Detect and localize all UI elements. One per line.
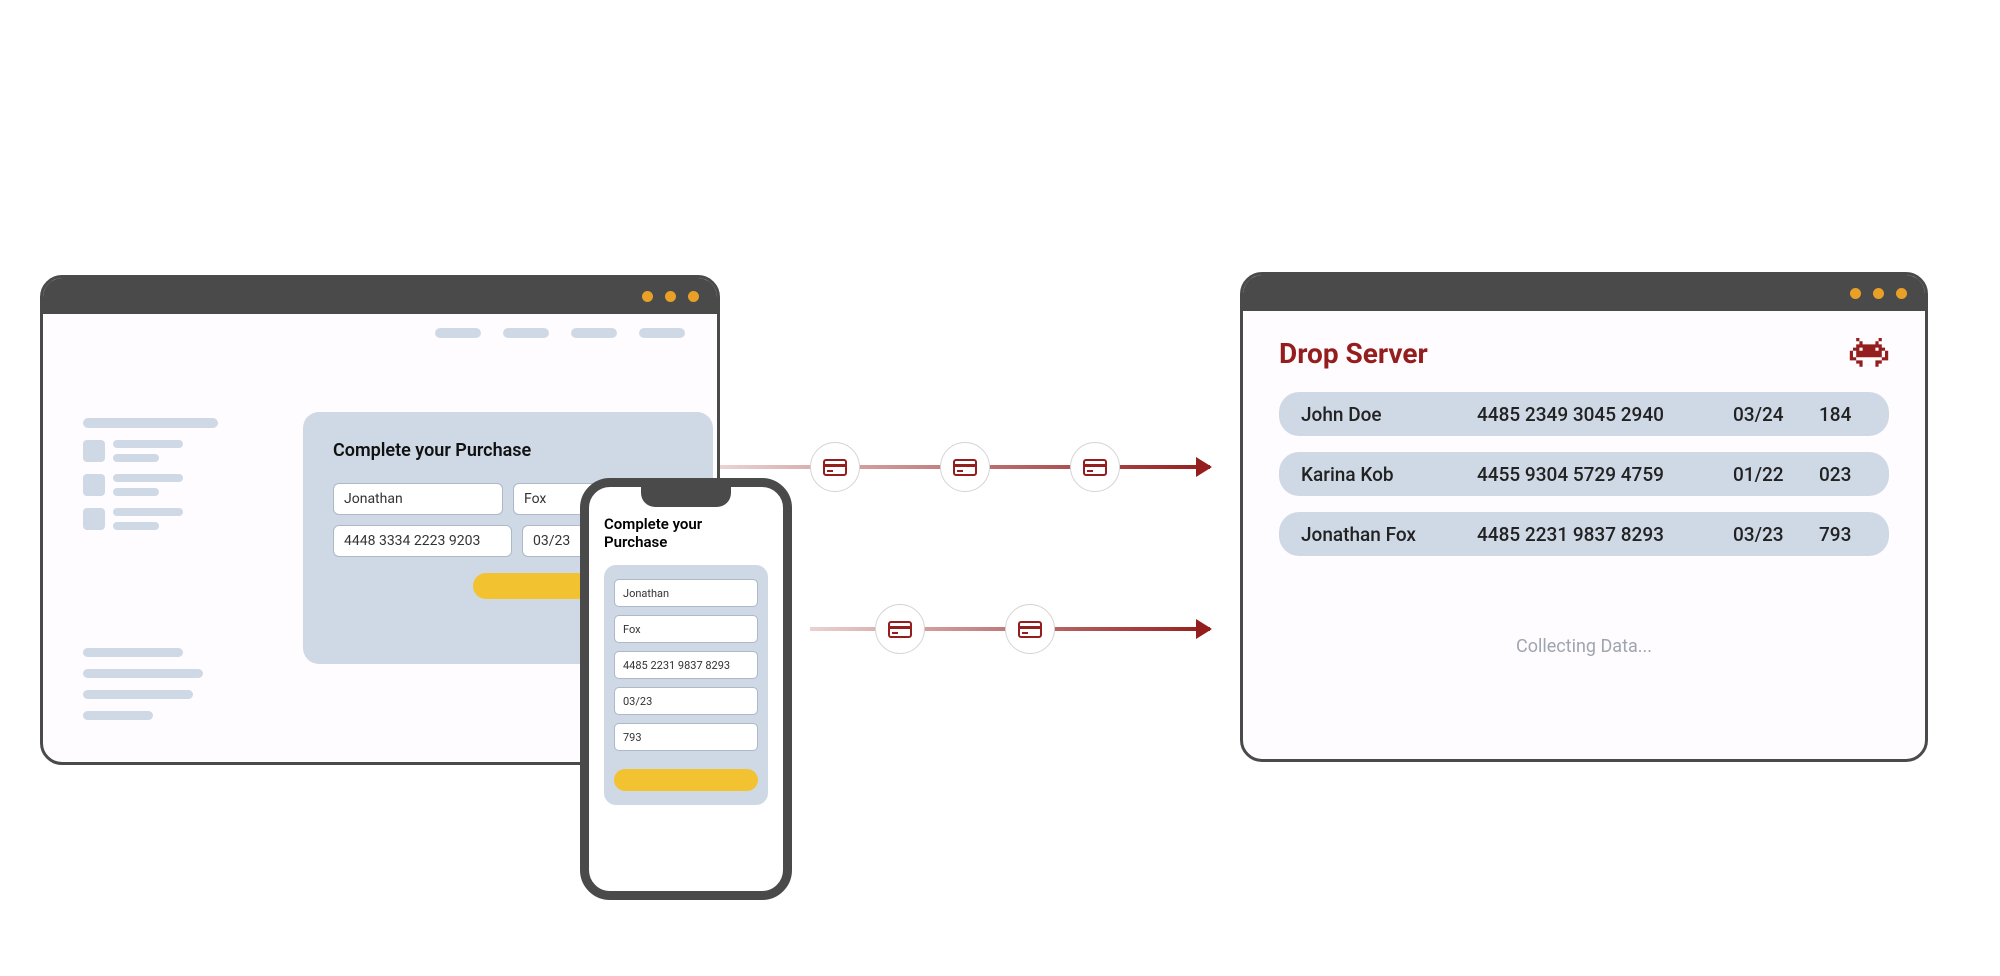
record-expiry: 03/23 [1733,523,1793,546]
purchase-title: Complete your Purchase [333,440,683,461]
stolen-record: Karina Kob 4455 9304 5729 4759 01/22 023 [1279,452,1889,496]
record-expiry: 01/22 [1733,463,1793,486]
record-expiry: 03/24 [1733,403,1793,426]
first-name-field[interactable]: Jonathan [614,579,758,607]
card-number-field[interactable]: 4448 3334 2223 9203 [333,525,512,557]
drop-server-window: Drop Server John Doe 4485 2349 3045 2940 0… [1240,272,1928,762]
browser-sidebar-placeholder2 [83,648,203,720]
credit-card-icon [810,442,860,492]
credit-card-icon [875,604,925,654]
browser-titlebar [43,278,717,314]
expiry-field[interactable]: 03/23 [614,687,758,715]
record-name: Jonathan Fox [1301,523,1451,546]
browser-nav-placeholder [435,328,685,338]
record-cvv: 023 [1819,463,1859,486]
record-card: 4485 2231 9837 8293 [1477,523,1707,546]
card-number-field[interactable]: 4485 2231 9837 8293 [614,651,758,679]
window-dot [1850,288,1861,299]
phone-device: Complete your Purchase Jonathan Fox 4485… [580,478,792,900]
phone-notch [641,487,731,507]
credit-card-icon [1070,442,1120,492]
window-dot [642,291,653,302]
status-text: Collecting Data... [1279,636,1889,657]
submit-button[interactable] [614,769,758,791]
window-dot [688,291,699,302]
cvv-field[interactable]: 793 [614,723,758,751]
record-card: 4485 2349 3045 2940 [1477,403,1707,426]
window-dot [1873,288,1884,299]
drop-server-title: Drop Server [1279,337,1428,370]
drop-server-titlebar [1243,275,1925,311]
last-name-field[interactable]: Fox [614,615,758,643]
space-invader-icon [1849,338,1889,370]
purchase-form-mobile: Jonathan Fox 4485 2231 9837 8293 03/23 7… [604,565,768,805]
record-cvv: 793 [1819,523,1859,546]
record-name: John Doe [1301,403,1451,426]
first-name-field[interactable]: Jonathan [333,483,503,515]
record-card: 4455 9304 5729 4759 [1477,463,1707,486]
window-dot [665,291,676,302]
purchase-title-mobile: Complete your Purchase [604,515,768,551]
stolen-records-list: John Doe 4485 2349 3045 2940 03/24 184 Karin… [1279,392,1889,556]
record-name: Karina Kob [1301,463,1451,486]
browser-sidebar-placeholder [83,418,218,530]
window-dot [1896,288,1907,299]
stolen-record: John Doe 4485 2349 3045 2940 03/24 184 [1279,392,1889,436]
credit-card-icon [940,442,990,492]
credit-card-icon [1005,604,1055,654]
record-cvv: 184 [1819,403,1859,426]
stolen-record: Jonathan Fox 4485 2231 9837 8293 03/23 793 [1279,512,1889,556]
